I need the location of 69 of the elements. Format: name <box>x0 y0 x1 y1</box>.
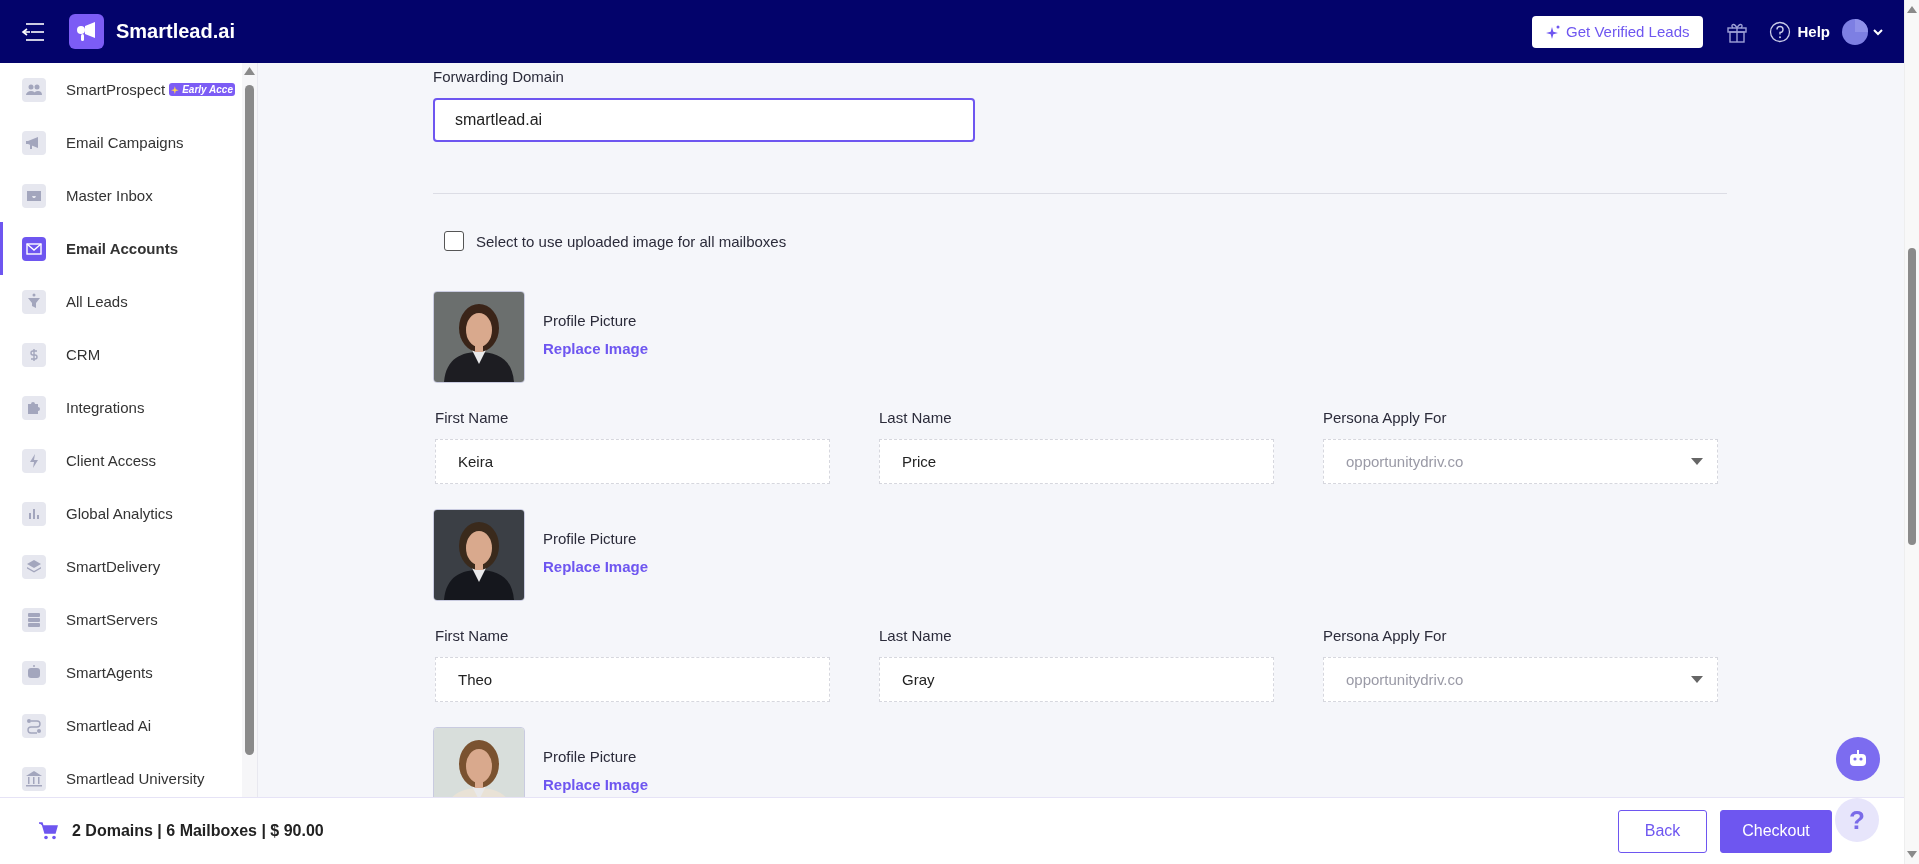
last-name-field[interactable]: Gray <box>879 657 1274 702</box>
scroll-up-arrow-icon[interactable] <box>1907 6 1917 13</box>
checkout-button[interactable]: Checkout <box>1720 809 1832 853</box>
sidebar-item[interactable]: Smartlead Ai <box>0 699 242 752</box>
first-name-field[interactable]: Theo <box>435 657 830 702</box>
sidebar-item[interactable]: SmartAgents <box>0 646 242 699</box>
sidebar-item[interactable]: SmartServers <box>0 593 242 646</box>
field-label: Persona Apply For <box>1323 409 1448 427</box>
replace-image-link[interactable]: Replace Image <box>543 558 649 576</box>
megaphone-icon <box>22 130 46 155</box>
sidebar-item[interactable]: CRM <box>0 328 242 381</box>
scrollbar-thumb[interactable] <box>1908 248 1916 545</box>
order-summary: 2 Domains | 6 Mailboxes | $ 90.00 <box>72 822 324 840</box>
first-name-field[interactable]: Keira <box>435 439 830 484</box>
sidebar-item[interactable]: Email Campaigns <box>0 116 242 169</box>
megaphone-logo-icon <box>69 14 104 49</box>
bar-chart-icon <box>22 501 46 526</box>
sidebar-item[interactable]: Master Inbox <box>0 169 242 222</box>
field-label: First Name <box>435 627 510 645</box>
avatar-icon[interactable] <box>1842 18 1868 45</box>
caret-icon <box>1691 458 1703 465</box>
funnel-icon <box>22 289 46 314</box>
replace-image-link[interactable]: Replace Image <box>543 776 649 794</box>
sidebar-item[interactable]: SmartProspect Early Acce <box>0 63 242 116</box>
help-icon[interactable] <box>1769 20 1792 43</box>
early-access-badge: Early Acce <box>169 83 235 96</box>
field-label: Last Name <box>879 409 953 427</box>
scroll-down-arrow-icon[interactable] <box>1907 851 1917 858</box>
profile-picture-label: Profile Picture <box>543 748 638 766</box>
field-label: Last Name <box>879 627 953 645</box>
puzzle-icon <box>22 395 46 420</box>
flow-icon <box>22 713 46 738</box>
cart-icon <box>38 821 58 841</box>
checkbox[interactable] <box>444 231 464 251</box>
people-icon <box>22 77 46 102</box>
sidebar-item[interactable]: Smartlead University <box>0 752 242 797</box>
checkbox-label: Select to use uploaded image for all mailboxes <box>476 232 787 250</box>
scrollbar-thumb[interactable] <box>245 85 254 755</box>
inbox-icon <box>22 183 46 208</box>
get-verified-leads-button[interactable]: Get Verified Leads <box>1532 15 1704 48</box>
sidebar-item[interactable]: Client Access <box>0 434 242 487</box>
sidebar-item[interactable]: SmartDelivery <box>0 540 242 593</box>
profile-picture-label: Profile Picture <box>543 312 638 330</box>
back-button[interactable]: Back <box>1618 809 1707 853</box>
field-label: Persona Apply For <box>1323 627 1448 645</box>
last-name-field[interactable]: Price <box>879 439 1274 484</box>
layers-icon <box>22 554 46 579</box>
envelope-icon <box>22 236 46 261</box>
field-label: Forwarding Domain <box>433 68 565 86</box>
caret-icon <box>1691 676 1703 683</box>
help-link[interactable]: Help <box>1797 23 1830 40</box>
caret-icon[interactable] <box>1872 27 1884 36</box>
server-icon <box>22 607 46 632</box>
dollar-icon <box>22 342 46 367</box>
lightning-icon <box>22 448 46 473</box>
building-icon <box>22 766 46 791</box>
forwarding-domain-field[interactable]: smartlead.ai <box>433 98 975 142</box>
profile-picture-label: Profile Picture <box>543 530 638 548</box>
scroll-up-arrow-icon[interactable] <box>244 67 255 75</box>
robot-icon <box>22 660 46 685</box>
sparkle-icon <box>1546 24 1561 39</box>
brand-name: Smartlead.ai <box>116 20 235 43</box>
sidebar-item[interactable]: Global Analytics <box>0 487 242 540</box>
sidebar-item[interactable]: Email Accounts <box>0 222 242 275</box>
field-label: First Name <box>435 409 510 427</box>
sidebar-item[interactable]: Integrations <box>0 381 242 434</box>
sidebar-item[interactable]: All Leads <box>0 275 242 328</box>
replace-image-link[interactable]: Replace Image <box>543 340 649 358</box>
collapse-menu-icon[interactable] <box>20 21 45 42</box>
